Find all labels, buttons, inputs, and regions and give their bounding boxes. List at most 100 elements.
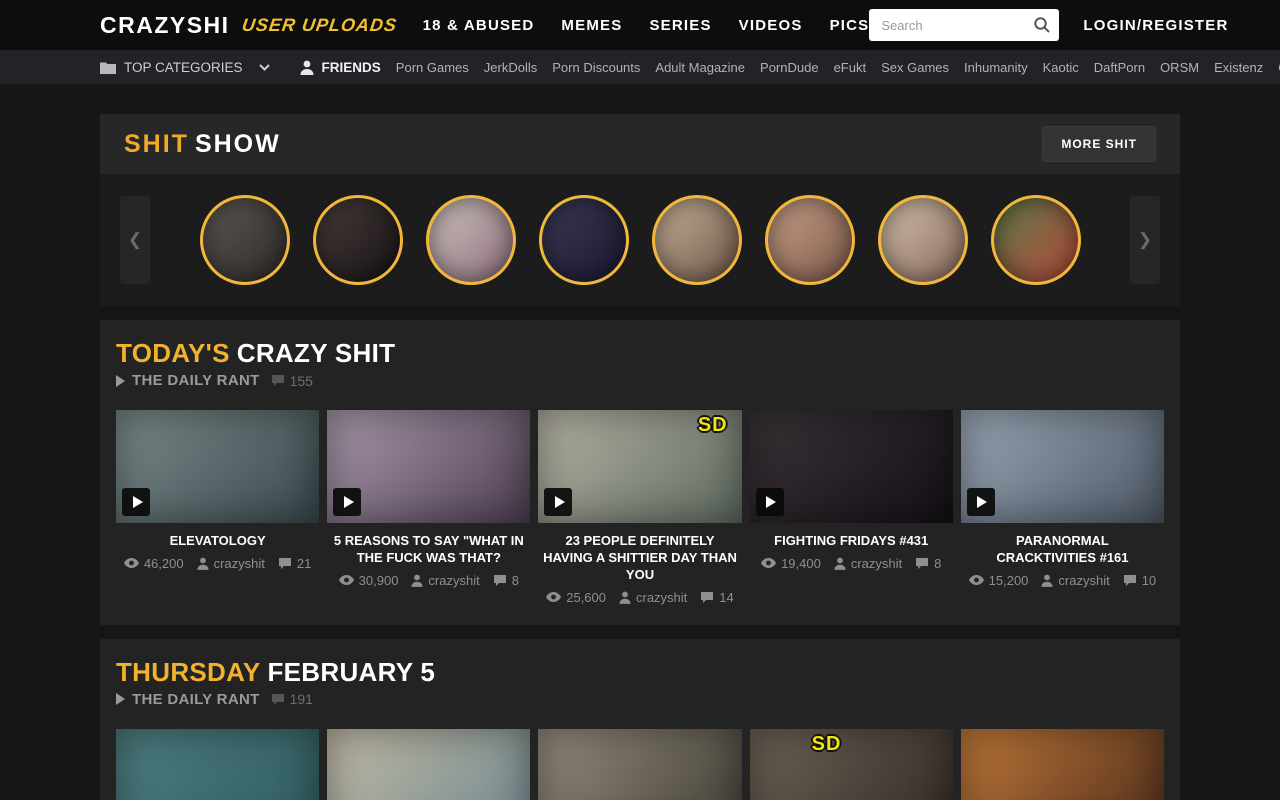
site-tagline: USER UPLOADS [240,15,398,36]
video-card[interactable] [538,729,741,800]
comments-bubble-icon [493,574,507,587]
subnav-partner-link[interactable]: Sex Games [881,60,949,75]
top-menu: 18 & ABUSED MEMES SERIES VIDEOS PICS [423,17,870,34]
video-title[interactable]: PARANORMAL CRACKTIVITIES #161 [961,533,1164,567]
views-count: 25,600 [566,590,606,605]
video-card[interactable] [961,729,1164,800]
subnav-partner-link[interactable]: DaftPorn [1094,60,1145,75]
carousel-circle-thumbnail[interactable] [426,195,516,285]
uploader-name[interactable]: crazyshit [851,556,902,571]
uploader-name[interactable]: crazyshit [636,590,687,605]
views-count: 19,400 [781,556,821,571]
video-thumbnail[interactable] [327,729,530,800]
video-card[interactable]: 5 REASONS TO SAY "WHAT IN THE FUCK WAS T… [327,410,530,605]
comment-bubble-icon [271,693,285,706]
video-thumbnail[interactable] [750,410,953,523]
video-thumbnail[interactable]: SD [538,410,741,523]
subnav-partner-link[interactable]: PornDude [760,60,819,75]
menu-item-pics[interactable]: PICS [830,17,870,34]
sections-mount: TODAY'SCRAZY SHIT THE DAILY RANT 155 ELE… [100,320,1180,800]
section-title: TODAY'SCRAZY SHIT [116,338,1164,369]
play-icon[interactable] [122,488,150,516]
video-thumbnail[interactable] [116,729,319,800]
section-title-rest: FEBRUARY 5 [267,657,435,687]
carousel-circle-thumbnail[interactable] [539,195,629,285]
daily-rant-comment-count: 191 [290,691,313,707]
shit-show-header: SHITSHOW MORE SHIT [100,114,1180,174]
uploader-person-icon [197,557,209,570]
subnav-partner-link[interactable]: eFukt [834,60,867,75]
uploader-name[interactable]: crazyshit [214,556,265,571]
video-thumbnail[interactable]: SD [750,729,953,800]
play-icon[interactable] [756,488,784,516]
carousel-left-arrow[interactable]: ❮ [120,196,150,284]
subnav-partner-link[interactable]: ORSM [1160,60,1199,75]
subnav-partner-link[interactable]: Inhumanity [964,60,1028,75]
subnav-partner-link[interactable]: Porn Games [396,60,469,75]
menu-item-memes[interactable]: MEMES [561,17,622,34]
views-eye-icon [546,592,561,602]
site-logo[interactable]: CRAZYSHI [100,12,230,39]
carousel-right-arrow[interactable]: ❯ [1130,196,1160,284]
carousel-circle-thumbnail[interactable] [878,195,968,285]
subnav-partner-link[interactable]: Porn Discounts [552,60,640,75]
carousel-circle-thumbnail[interactable] [652,195,742,285]
video-thumbnail[interactable] [538,729,741,800]
login-register-button[interactable]: LOGIN/REGISTER [1083,17,1228,34]
video-card[interactable]: ELEVATOLOGY 46,200 crazyshit 21 [116,410,319,605]
search-input[interactable] [869,9,1059,41]
views-eye-icon [339,575,354,585]
daily-rant-link[interactable]: THE DAILY RANT 191 [116,691,1164,708]
video-title[interactable]: 5 REASONS TO SAY "WHAT IN THE FUCK WAS T… [327,533,530,567]
chevron-down-icon[interactable] [259,64,270,71]
search-box [869,9,1059,41]
subnav-partner-link[interactable]: Kaotic [1043,60,1079,75]
menu-item-18-abused[interactable]: 18 & ABUSED [423,17,535,34]
carousel-circle-thumbnail[interactable] [200,195,290,285]
subnav-partner-link[interactable]: Adult Magazine [655,60,745,75]
video-card[interactable]: SD [750,729,953,800]
menu-item-series[interactable]: SERIES [649,17,711,34]
sd-badge: SD [812,733,842,756]
play-icon[interactable] [967,488,995,516]
uploader-name[interactable]: crazyshit [428,573,479,588]
video-stats: 30,900 crazyshit 8 [327,573,530,588]
subnav-partner-link[interactable]: JerkDolls [484,60,537,75]
uploader-name[interactable]: crazyshit [1058,573,1109,588]
play-icon[interactable] [544,488,572,516]
daily-rant-link[interactable]: THE DAILY RANT 155 [116,372,1164,389]
video-card[interactable]: PARANORMAL CRACKTIVITIES #161 15,200 cra… [961,410,1164,605]
carousel-circle-thumbnail[interactable] [765,195,855,285]
video-title[interactable]: 23 PEOPLE DEFINITELY HAVING A SHITTIER D… [538,533,741,584]
more-shit-button[interactable]: MORE SHIT [1042,126,1156,162]
uploader-person-icon [411,574,423,587]
friends-link[interactable]: FRIENDS [300,60,381,75]
video-card[interactable]: FIGHTING FRIDAYS #431 19,400 crazyshit 8 [750,410,953,605]
comments-count: 8 [512,573,519,588]
video-stats: 19,400 crazyshit 8 [750,556,953,571]
views-count: 30,900 [359,573,399,588]
top-categories-dropdown[interactable]: TOP CATEGORIES [100,60,270,75]
video-title[interactable]: ELEVATOLOGY [116,533,319,550]
video-card[interactable] [116,729,319,800]
video-thumbnail[interactable] [116,410,319,523]
video-thumbnail[interactable] [961,410,1164,523]
search-icon[interactable] [1033,16,1051,34]
video-title[interactable]: FIGHTING FRIDAYS #431 [750,533,953,550]
subnav-partner-link[interactable]: Existenz [1214,60,1263,75]
section-title-accent: THURSDAY [116,657,260,687]
video-stats: 25,600 crazyshit 14 [538,590,741,605]
comments-count: 21 [297,556,311,571]
views-eye-icon [761,558,776,568]
daily-rant-label: THE DAILY RANT [132,691,260,708]
video-thumbnail[interactable] [327,410,530,523]
carousel-circle-thumbnail[interactable] [991,195,1081,285]
menu-item-videos[interactable]: VIDEOS [739,17,803,34]
video-card[interactable]: SD 23 PEOPLE DEFINITELY HAVING A SHITTIE… [538,410,741,605]
views-count: 15,200 [989,573,1029,588]
video-card[interactable] [327,729,530,800]
top-categories-label: TOP CATEGORIES [124,60,243,75]
carousel-circle-thumbnail[interactable] [313,195,403,285]
video-thumbnail[interactable] [961,729,1164,800]
play-icon[interactable] [333,488,361,516]
